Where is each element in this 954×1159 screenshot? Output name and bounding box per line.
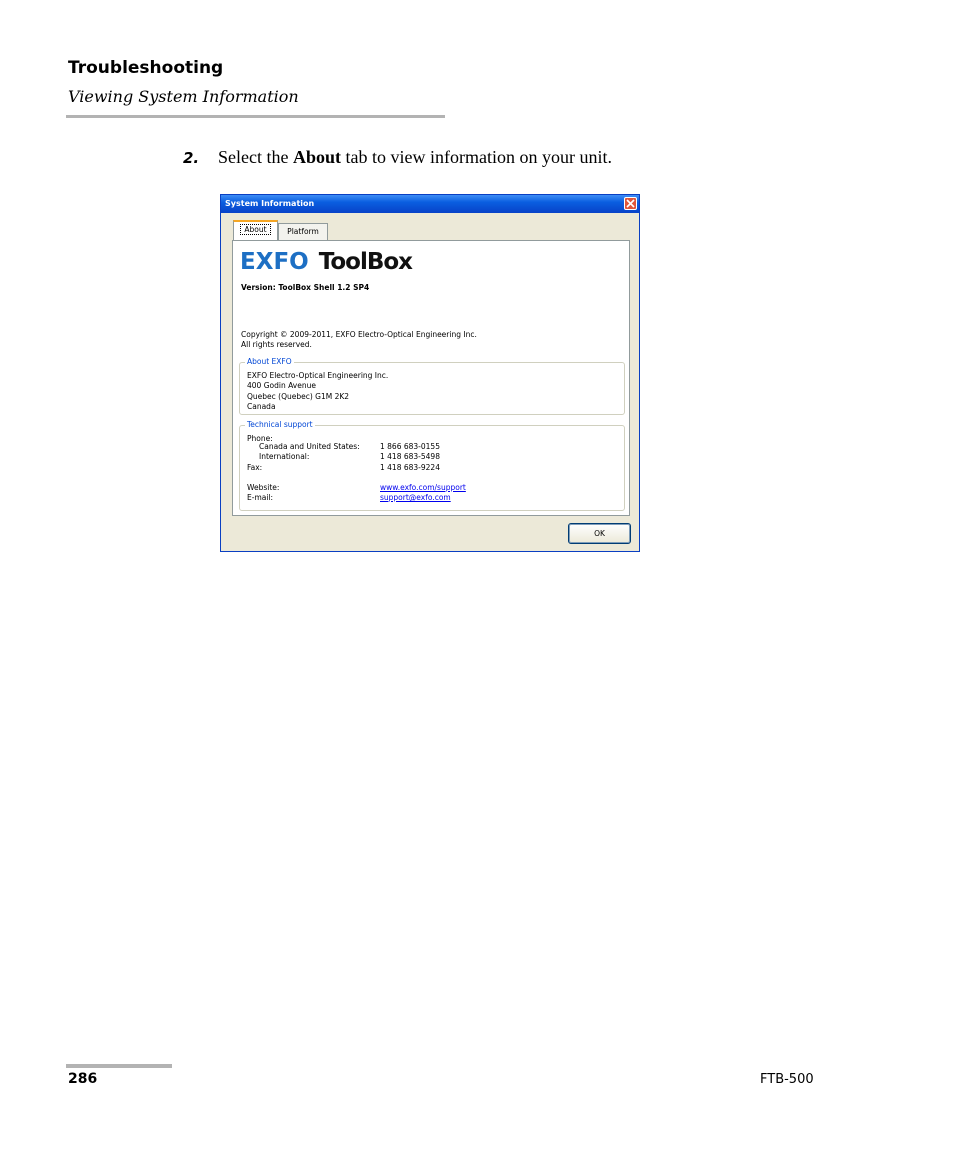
- technical-support-group: Technical support Phone: Canada and Unit…: [239, 420, 625, 511]
- website-link[interactable]: www.exfo.com/support: [380, 483, 466, 492]
- exfo-toolbox-logo: EXFO ToolBox: [240, 249, 413, 275]
- close-icon: [626, 199, 635, 208]
- address-line: Quebec (Quebec) G1M 2K2: [247, 392, 350, 401]
- support-row-label: Canada and United States:: [259, 442, 360, 451]
- address-line: 400 Godin Avenue: [247, 381, 316, 390]
- logo-brand: EXFO: [240, 249, 309, 275]
- website-label: Website:: [247, 483, 280, 492]
- close-button[interactable]: [624, 197, 637, 210]
- about-exfo-group: About EXFO EXFO Electro-Optical Engineer…: [239, 357, 625, 415]
- technical-support-legend: Technical support: [245, 420, 315, 429]
- step-instruction: 2. Select the About tab to view informati…: [183, 147, 612, 168]
- step-number: 2.: [183, 149, 200, 167]
- page-number: 286: [68, 1071, 98, 1087]
- product-name: FTB-500: [760, 1072, 814, 1087]
- about-panel: EXFO ToolBox Version: ToolBox Shell 1.2 …: [232, 240, 630, 516]
- about-exfo-legend: About EXFO: [245, 357, 294, 366]
- email-link[interactable]: support@exfo.com: [380, 493, 451, 502]
- rights-line: All rights reserved.: [241, 340, 312, 349]
- system-information-dialog: System Information About Platform EXFO T…: [220, 194, 640, 552]
- support-row-value: 1 418 683-9224: [380, 463, 440, 472]
- step-text-before: Select the: [218, 147, 293, 167]
- step-text-after: tab to view information on your unit.: [341, 147, 612, 167]
- address-line: Canada: [247, 402, 276, 411]
- step-text-bold: About: [292, 147, 341, 167]
- support-row-value: 1 866 683-0155: [380, 442, 440, 451]
- support-row-label: Fax:: [247, 463, 263, 472]
- section-title: Troubleshooting: [68, 58, 224, 78]
- copyright-line: Copyright © 2009-2011, EXFO Electro-Opti…: [241, 330, 477, 339]
- tab-about[interactable]: About: [233, 220, 278, 240]
- footer-rule: [66, 1064, 172, 1068]
- support-row-label: International:: [259, 452, 310, 461]
- logo-product: ToolBox: [318, 249, 413, 275]
- ok-button[interactable]: OK: [568, 523, 631, 544]
- dialog-titlebar[interactable]: System Information: [221, 195, 639, 213]
- header-rule: [66, 115, 445, 118]
- email-label: E-mail:: [247, 493, 274, 502]
- version-text: Version: ToolBox Shell 1.2 SP4: [241, 283, 370, 292]
- support-row-value: 1 418 683-5498: [380, 452, 440, 461]
- section-subtitle: Viewing System Information: [68, 87, 299, 106]
- address-line: EXFO Electro-Optical Engineering Inc.: [247, 371, 389, 380]
- dialog-title: System Information: [225, 199, 315, 208]
- tab-platform[interactable]: Platform: [278, 223, 328, 241]
